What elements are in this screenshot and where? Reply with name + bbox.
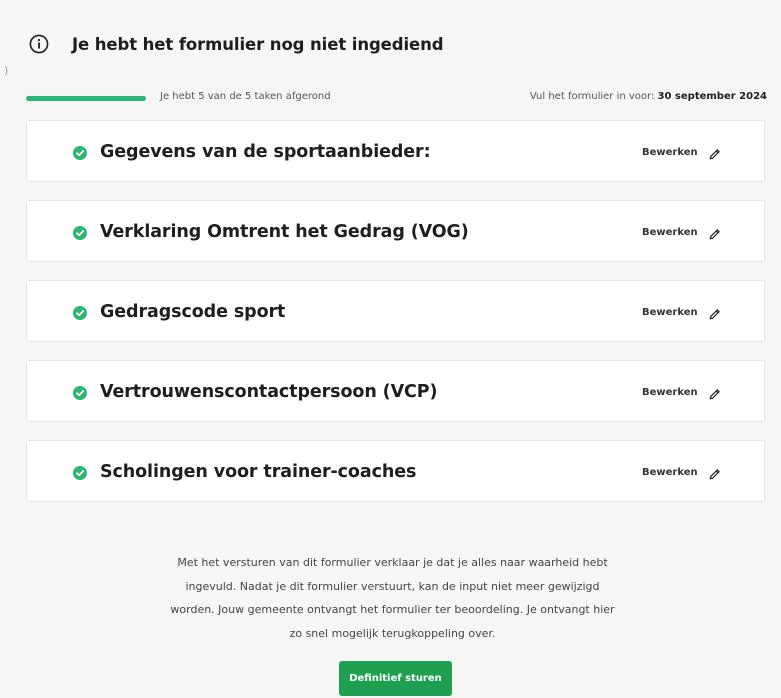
- check-circle-icon: [73, 465, 87, 480]
- declaration-line: worden. Jouw gemeente ontvangt het formu…: [170, 603, 615, 616]
- task-title: Vertrouwenscontactpersoon (VCP): [100, 382, 438, 402]
- pencil-icon: [708, 226, 721, 239]
- edge-fragment: ): [4, 64, 9, 77]
- form-status-header: Je hebt het formulier nog niet ingediend: [28, 33, 444, 55]
- task-card: Scholingen voor trainer-coaches Bewerken: [26, 440, 765, 502]
- declaration-line: zo snel mogelijk terugkoppeling over.: [289, 626, 496, 640]
- progress-text: Je hebt 5 van de 5 taken afgerond: [160, 91, 331, 102]
- edit-label: Bewerken: [642, 386, 698, 398]
- progress-bar: [26, 96, 146, 101]
- task-card: Vertrouwenscontactpersoon (VCP) Bewerken: [26, 360, 765, 422]
- edit-button[interactable]: Bewerken: [642, 201, 721, 263]
- task-list: Gegevens van de sportaanbieder: Bewerken…: [26, 120, 765, 520]
- check-circle-icon: [73, 305, 87, 320]
- task-title: Gegevens van de sportaanbieder:: [100, 142, 431, 162]
- declaration-line: ingevuld. Nadat je dit formulier verstuu…: [185, 579, 600, 593]
- task-title: Gedragscode sport: [100, 302, 286, 322]
- progress-bar-fill: [26, 96, 146, 101]
- page-title: Je hebt het formulier nog niet ingediend: [72, 34, 444, 54]
- edit-button[interactable]: Bewerken: [642, 281, 721, 343]
- pencil-icon: [708, 386, 721, 399]
- progress-row: Je hebt 5 van de 5 taken afgerond Vul he…: [26, 91, 767, 107]
- edit-label: Bewerken: [642, 466, 698, 478]
- pencil-icon: [708, 466, 721, 479]
- task-card: Verklaring Omtrent het Gedrag (VOG) Bewe…: [26, 200, 765, 262]
- declaration-text: Met het versturen van dit formulier verk…: [140, 551, 645, 645]
- check-circle-icon: [73, 385, 87, 400]
- edit-button[interactable]: Bewerken: [642, 361, 721, 423]
- edit-label: Bewerken: [642, 306, 698, 318]
- edit-button[interactable]: Bewerken: [642, 441, 721, 503]
- deadline: Vul het formulier in voor: 30 september …: [530, 91, 767, 102]
- edit-button[interactable]: Bewerken: [642, 121, 721, 183]
- edit-label: Bewerken: [642, 226, 698, 238]
- check-circle-icon: [73, 145, 87, 160]
- pencil-icon: [708, 146, 721, 159]
- info-icon: [28, 33, 50, 55]
- deadline-label: Vul het formulier in voor:: [529, 91, 655, 102]
- deadline-date: 30 september 2024: [657, 91, 767, 102]
- edit-label: Bewerken: [642, 146, 698, 158]
- pencil-icon: [708, 306, 721, 319]
- declaration-line: Met het versturen van dit formulier verk…: [177, 556, 608, 569]
- check-circle-icon: [73, 225, 87, 240]
- task-card: Gedragscode sport Bewerken: [26, 280, 765, 342]
- submit-button[interactable]: Definitief sturen: [339, 661, 452, 696]
- task-title: Verklaring Omtrent het Gedrag (VOG): [100, 222, 469, 242]
- task-title: Scholingen voor trainer-coaches: [100, 462, 417, 482]
- task-card: Gegevens van de sportaanbieder: Bewerken: [26, 120, 765, 182]
